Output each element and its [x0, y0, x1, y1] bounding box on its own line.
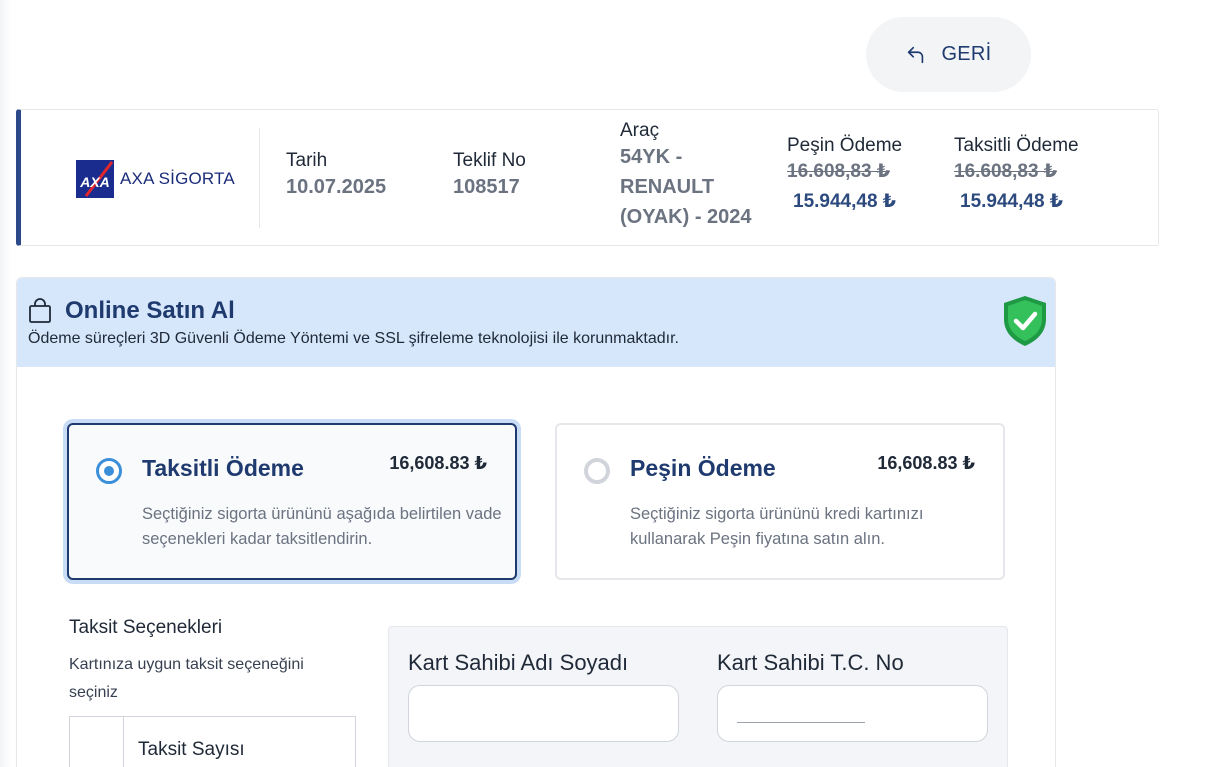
installment-options-table: Taksit Sayısı [69, 716, 356, 767]
vehicle-line: 54YK - [620, 146, 683, 168]
quote-summary-card: AXA AXA SİGORTA Tarih 10.07.2025 Teklif … [16, 109, 1159, 246]
quote-cash-payment: Peşin Ödeme 16.608,83 ₺ 15.944,48 ₺ [787, 135, 902, 217]
online-purchase-title: Online Satın Al [65, 297, 235, 324]
card-divider [259, 128, 260, 228]
cash-payment-option[interactable]: Peşin Ödeme 16,608.83 ₺ Seçtiğiniz sigor… [555, 423, 1005, 580]
card-holder-name-input[interactable] [408, 685, 679, 742]
cash-payment-new-price: 15.944,48 ₺ [793, 191, 897, 212]
cash-option-price: 16,608.83 ₺ [877, 453, 975, 473]
cash-option-title: Peşin Ödeme [630, 455, 776, 481]
installment-payment-option[interactable]: Taksitli Ödeme 16,608.83 ₺ Seçtiğiniz si… [67, 423, 517, 580]
quote-installment-payment: Taksitli Ödeme 16.608,83 ₺ 15.944,48 ₺ [954, 135, 1079, 217]
company-logo: AXA AXA SİGORTA [76, 160, 235, 198]
shield-check-icon [1004, 296, 1046, 346]
installment-option-price: 16,608.83 ₺ [389, 453, 487, 473]
installment-options-hint: Kartınıza uygun taksit seçeneğini seçini… [69, 656, 304, 701]
table-select-column [70, 717, 124, 767]
vehicle-line: (OYAK) - 2024 [620, 206, 752, 228]
back-button[interactable]: GERİ [866, 17, 1031, 92]
installment-payment-new-price: 15.944,48 ₺ [960, 191, 1064, 212]
offer-no-label: Teklif No [453, 150, 526, 171]
card-holder-tc-label: Kart Sahibi T.C. No [717, 650, 904, 675]
cash-payment-old-price: 16.608,83 ₺ [787, 161, 891, 182]
installment-options-title: Taksit Seçenekleri [69, 617, 223, 638]
quote-date-label: Tarih [286, 150, 328, 171]
online-purchase-subtitle: Ödeme süreçleri 3D Güvenli Ödeme Yöntemi… [28, 330, 679, 347]
back-button-label: GERİ [941, 43, 992, 65]
card-holder-tc-input[interactable] [717, 685, 988, 742]
vehicle-line: RENAULT [620, 176, 715, 198]
installment-payment-old-price: 16.608,83 ₺ [954, 161, 1058, 182]
installment-count-header: Taksit Sayısı [138, 739, 245, 760]
cash-radio[interactable] [584, 458, 610, 484]
quote-date-value: 10.07.2025 [286, 176, 387, 198]
card-holder-form: Kart Sahibi Adı Soyadı Kart Sahibi T.C. … [388, 626, 1008, 767]
installment-radio[interactable] [96, 458, 122, 484]
company-name: AXA SİGORTA [120, 169, 235, 188]
installment-option-title: Taksitli Ödeme [142, 455, 304, 481]
online-purchase-panel: Online Satın Al Ödeme süreçleri 3D Güven… [16, 277, 1056, 767]
return-arrow-icon [908, 46, 924, 63]
quote-date: Tarih 10.07.2025 [286, 150, 386, 202]
vehicle-label: Araç [620, 120, 660, 141]
installment-option-description: Seçtiğiniz sigorta ürününü aşağıda belir… [142, 505, 502, 548]
cash-payment-label: Peşin Ödeme [787, 135, 903, 156]
online-purchase-header: Online Satın Al Ödeme süreçleri 3D Güven… [17, 278, 1055, 367]
installment-payment-label: Taksitli Ödeme [954, 135, 1079, 156]
offer-no-value: 108517 [453, 176, 520, 198]
card-holder-name-label: Kart Sahibi Adı Soyadı [408, 650, 629, 675]
quote-vehicle: Araç 54YK - RENAULT (OYAK) - 2024 [620, 120, 752, 232]
tc-input-mask-line [737, 722, 865, 723]
quote-offer-no: Teklif No 108517 [453, 150, 526, 202]
svg-text:AXA: AXA [79, 174, 110, 190]
axa-logo-icon: AXA [76, 160, 114, 198]
cash-option-description: Seçtiğiniz sigorta ürününü kredi kartını… [630, 505, 924, 548]
shopping-bag-icon [29, 298, 51, 323]
page-left-shadow [0, 0, 12, 767]
